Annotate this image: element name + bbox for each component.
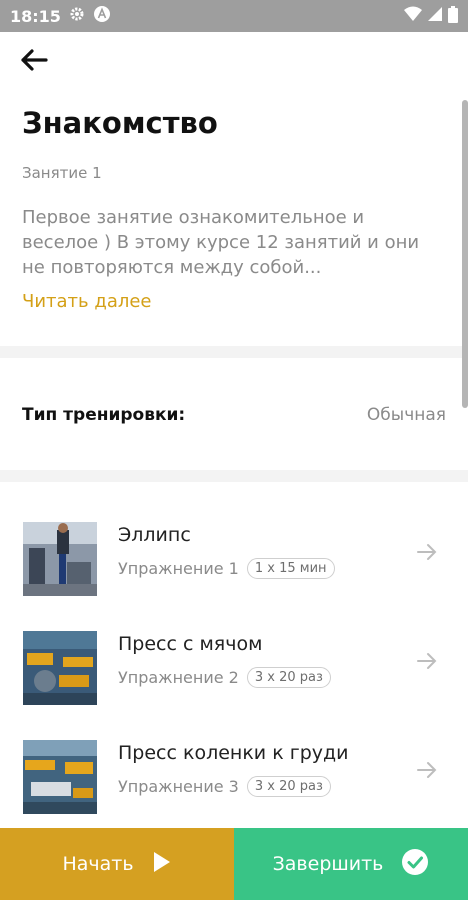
- status-time: 18:15: [10, 6, 61, 26]
- exercise-thumbnail: [23, 522, 97, 596]
- exercise-badge: 3 x 20 раз: [246, 667, 331, 688]
- training-type-value: Обычная: [366, 405, 446, 425]
- arrow-right-icon: [416, 650, 438, 672]
- status-bar: 18:15: [0, 0, 468, 32]
- exercise-name: Пресс с мячом: [118, 633, 263, 655]
- read-more-link[interactable]: Читать далее: [22, 291, 152, 312]
- training-type-label: Тип тренировки:: [22, 405, 186, 425]
- finish-label: Завершить: [272, 853, 384, 875]
- exercise-meta: Упражнение 1 1 x 15 мин: [118, 558, 335, 579]
- bottom-action-bar: Начать Завершить: [0, 828, 468, 900]
- signal-icon: [427, 6, 443, 26]
- exercise-item[interactable]: Пресс с мячом Упражнение 2 3 x 20 раз: [0, 621, 468, 711]
- exercise-name: Пресс коленки к груди: [118, 742, 349, 764]
- section-divider: [0, 470, 468, 482]
- a-badge-icon: [93, 5, 111, 27]
- battery-icon: [448, 5, 458, 27]
- exercise-thumbnail: [23, 740, 97, 814]
- status-right: [404, 5, 458, 27]
- finish-button[interactable]: Завершить: [234, 828, 468, 900]
- section-divider: [0, 346, 468, 358]
- page-title: Знакомство: [22, 106, 218, 140]
- exercise-meta: Упражнение 3 3 x 20 раз: [118, 776, 331, 797]
- exercise-item[interactable]: Пресс коленки к груди Упражнение 3 3 x 2…: [0, 730, 468, 820]
- check-circle-icon: [401, 848, 429, 881]
- arrow-right-icon: [416, 541, 438, 563]
- exercise-number: Упражнение 1: [118, 559, 239, 578]
- app-bar: [0, 32, 468, 92]
- gear-icon: [69, 6, 85, 26]
- arrow-left-icon: [20, 49, 48, 75]
- status-left: 18:15: [10, 5, 111, 27]
- lesson-number: Занятие 1: [22, 164, 102, 182]
- lesson-description: Первое занятие ознакомительное и веселое…: [22, 207, 420, 278]
- exercise-number: Упражнение 3: [118, 777, 239, 796]
- exercise-item[interactable]: Эллипс Упражнение 1 1 x 15 мин: [0, 512, 468, 602]
- start-button[interactable]: Начать: [0, 828, 234, 900]
- exercise-name: Эллипс: [118, 524, 191, 546]
- start-label: Начать: [62, 853, 134, 875]
- exercise-thumbnail: [23, 631, 97, 705]
- play-icon: [152, 850, 172, 879]
- exercise-number: Упражнение 2: [118, 668, 239, 687]
- exercise-meta: Упражнение 2 3 x 20 раз: [118, 667, 331, 688]
- arrow-right-icon: [416, 759, 438, 781]
- scrollbar[interactable]: [462, 100, 468, 408]
- exercise-badge: 3 x 20 раз: [246, 776, 331, 797]
- lesson-content[interactable]: Знакомство Занятие 1 Первое занятие озна…: [0, 92, 468, 828]
- back-button[interactable]: [18, 48, 50, 76]
- exercise-badge: 1 x 15 мин: [246, 558, 335, 579]
- wifi-icon: [404, 6, 422, 26]
